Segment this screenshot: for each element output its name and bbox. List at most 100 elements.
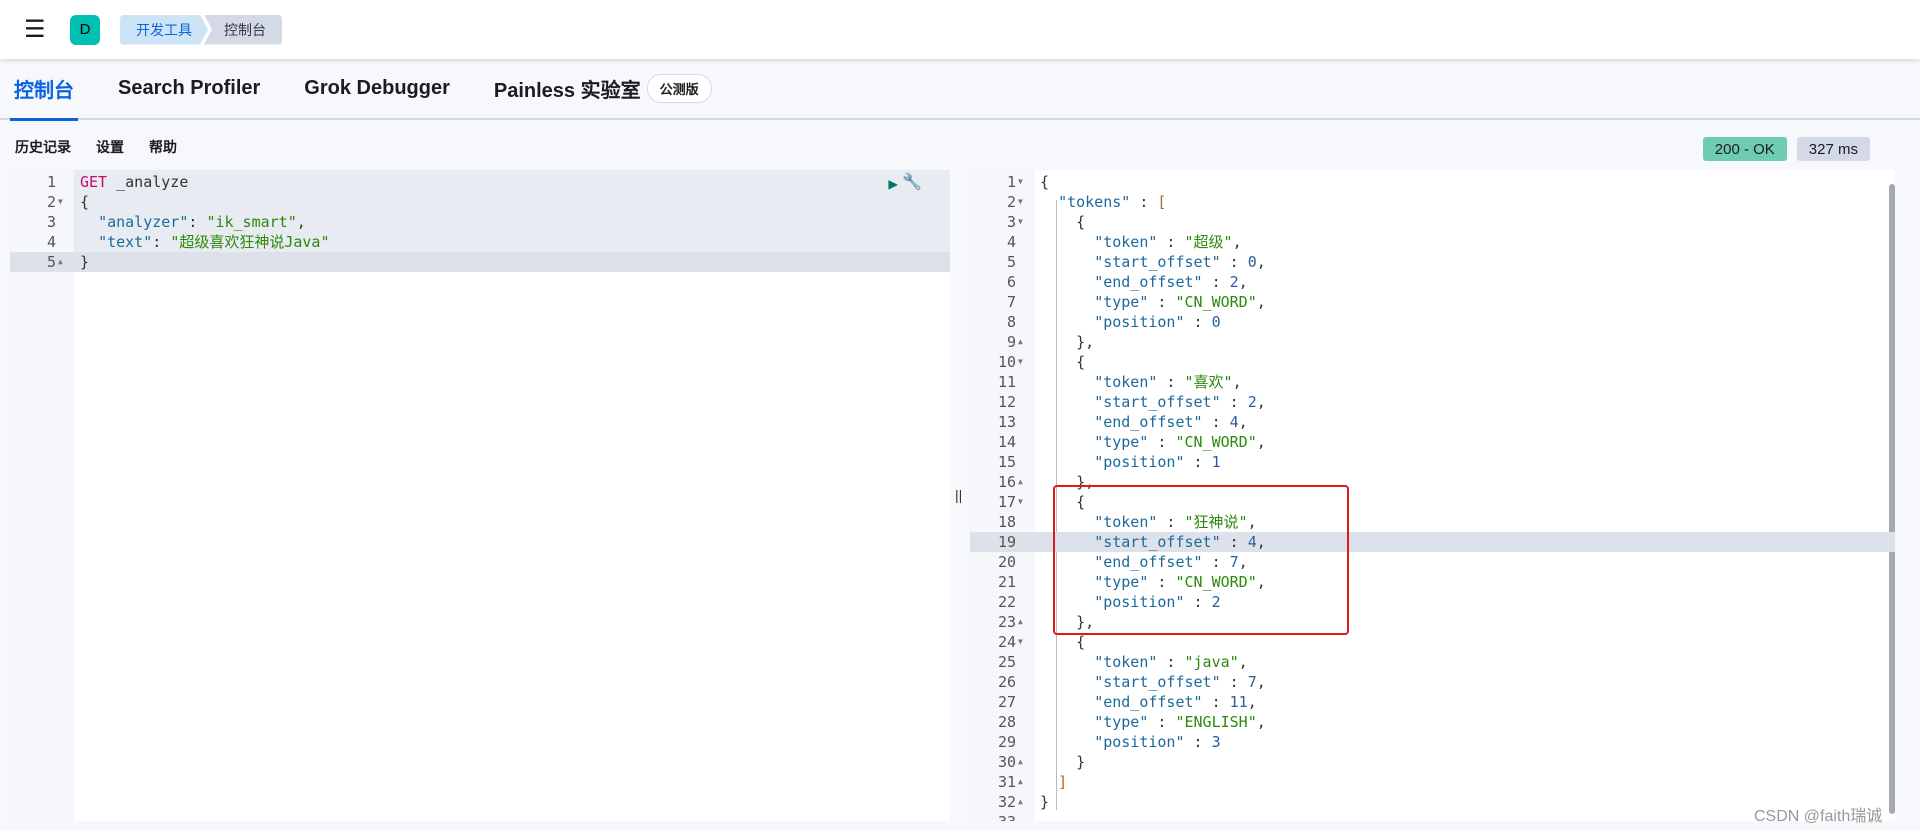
code-token: "text" xyxy=(98,233,153,251)
code-token: : xyxy=(1184,733,1212,751)
code-token: [ xyxy=(1157,193,1167,211)
code-token: "CN_WORD" xyxy=(1175,433,1257,451)
code-token: , xyxy=(1256,293,1266,311)
code-line: 9 ▲ }, xyxy=(970,332,1895,352)
help-button[interactable]: 帮助 xyxy=(149,137,177,157)
fold-open-icon[interactable]: ▼ xyxy=(1018,352,1023,372)
breadcrumb-dev-tools[interactable]: 开发工具 xyxy=(120,15,208,45)
code-token: "CN_WORD" xyxy=(1175,293,1257,311)
code-text: ] xyxy=(1040,772,1067,792)
code-token: 2 xyxy=(1247,393,1257,411)
code-token: : xyxy=(152,233,171,251)
code-text: "end_offset" : 4, xyxy=(1040,412,1248,432)
code-token: "end_offset" xyxy=(1094,273,1203,291)
tab-grok-debugger[interactable]: Grok Debugger xyxy=(300,58,454,119)
code-line: 3 ▼ { xyxy=(970,212,1895,232)
code-token: : xyxy=(1220,673,1248,691)
code-text: "start_offset" : 7, xyxy=(1040,672,1266,692)
fold-open-icon[interactable]: ▼ xyxy=(1018,192,1023,212)
code-line: 11 "token" : "喜欢", xyxy=(970,372,1895,392)
line-number: 26 xyxy=(997,673,1016,691)
code-token: 4 xyxy=(1229,413,1239,431)
code-line: 10 ▼ { xyxy=(970,352,1895,372)
line-number: 4 xyxy=(1006,233,1016,251)
code-token: : xyxy=(1184,453,1212,471)
fold-open-icon[interactable]: ▼ xyxy=(1018,172,1023,192)
line-number: 16 xyxy=(997,473,1016,491)
code-text: { xyxy=(1040,172,1049,192)
line-number: 33 xyxy=(970,812,1016,821)
line-number: 19 xyxy=(997,533,1016,551)
code-token: "token" xyxy=(1094,233,1158,251)
console-toolbar: 历史记录 设置 帮助 xyxy=(15,137,177,157)
space-avatar[interactable]: D xyxy=(70,14,100,45)
fold-close-icon[interactable]: ▲ xyxy=(1018,612,1023,632)
request-editor[interactable]: ▶ 🔧 1 GET _analyze 2 ▼{3 "analyzer": "ik_sm… xyxy=(10,170,950,821)
code-token: : xyxy=(1202,273,1230,291)
code-token: , xyxy=(1256,673,1266,691)
code-token: : xyxy=(1202,693,1230,711)
line-number: 1 xyxy=(46,173,56,191)
fold-close-icon[interactable]: ▲ xyxy=(1018,772,1023,792)
pane-resize-handle[interactable]: || xyxy=(955,487,962,503)
code-token: "end_offset" xyxy=(1094,693,1203,711)
code-token: 11 xyxy=(1229,693,1248,711)
code-text: } xyxy=(1040,792,1049,812)
highlight-annotation-box xyxy=(1053,485,1349,635)
code-token: { xyxy=(1040,173,1050,191)
code-line: 12 "start_offset" : 2, xyxy=(970,392,1895,412)
code-token: GET xyxy=(80,173,108,191)
code-token: , xyxy=(1232,373,1242,391)
history-button[interactable]: 历史记录 xyxy=(15,137,71,157)
fold-close-icon[interactable]: ▲ xyxy=(1018,752,1023,772)
code-token: , xyxy=(1256,393,1266,411)
code-text: } xyxy=(80,252,89,272)
tab-painless-lab[interactable]: Painless 实验室 公测版 xyxy=(490,58,716,119)
fold-open-icon[interactable]: ▼ xyxy=(1018,492,1023,512)
code-line: 8 "position" : 0 xyxy=(970,312,1895,332)
fold-close-icon[interactable]: ▲ xyxy=(58,252,63,272)
code-line: 14 "type" : "CN_WORD", xyxy=(970,432,1895,452)
code-token: 0 xyxy=(1247,253,1257,271)
tab-console[interactable]: 控制台 xyxy=(10,58,78,121)
code-token: "tokens" xyxy=(1058,193,1131,211)
line-number: 28 xyxy=(997,713,1016,731)
line-number: 1 xyxy=(1006,173,1016,191)
code-line: 3 "analyzer": "ik_smart", xyxy=(10,212,950,232)
settings-button[interactable]: 设置 xyxy=(96,137,124,157)
beta-badge: 公测版 xyxy=(646,74,712,103)
fold-open-icon[interactable]: ▼ xyxy=(1018,212,1023,232)
line-number: 17 xyxy=(997,493,1016,511)
line-number: 11 xyxy=(997,373,1016,391)
tab-search-profiler[interactable]: Search Profiler xyxy=(114,58,264,119)
code-token: , xyxy=(1232,233,1242,251)
code-token: : xyxy=(1220,393,1248,411)
code-token: 1 xyxy=(1211,453,1221,471)
fold-close-icon[interactable]: ▲ xyxy=(1018,332,1023,352)
fold-open-icon[interactable]: ▼ xyxy=(58,192,63,212)
code-token: "position" xyxy=(1094,453,1185,471)
code-token: , xyxy=(1247,693,1257,711)
fold-open-icon[interactable]: ▼ xyxy=(1018,632,1023,652)
code-text: { xyxy=(80,192,89,212)
code-text: "token" : "超级", xyxy=(1040,232,1242,252)
code-token: : xyxy=(188,213,207,231)
code-token: "token" xyxy=(1094,653,1158,671)
code-line: 1 ▼ { xyxy=(970,172,1895,192)
code-token: "java" xyxy=(1184,653,1239,671)
code-token: "start_offset" xyxy=(1094,253,1221,271)
line-number: 20 xyxy=(997,553,1016,571)
fold-close-icon[interactable]: ▲ xyxy=(1018,792,1023,812)
menu-icon[interactable]: ☰ xyxy=(24,17,46,41)
code-token: : xyxy=(1157,233,1185,251)
code-line: 27 "end_offset" : 11, xyxy=(970,692,1895,712)
code-token: "超级喜欢狂神说Java" xyxy=(170,233,330,251)
fold-close-icon[interactable]: ▲ xyxy=(1018,472,1023,492)
code-text: { xyxy=(1040,212,1085,232)
code-token: , xyxy=(1238,413,1248,431)
